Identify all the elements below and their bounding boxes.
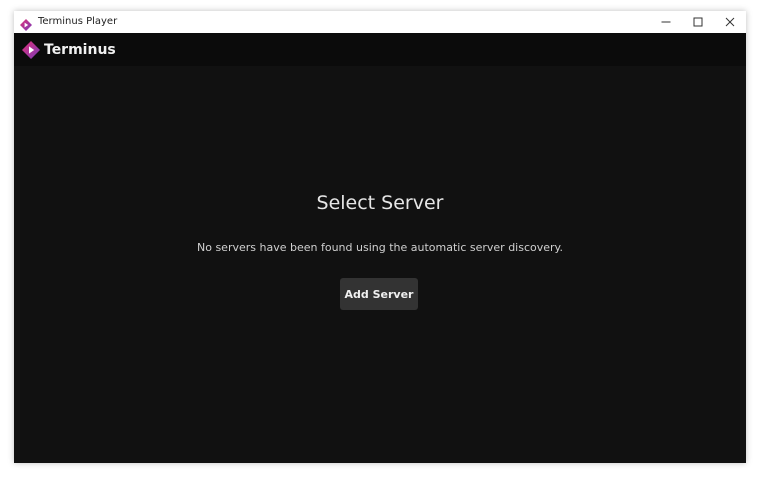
maximize-icon <box>693 17 703 27</box>
no-servers-message: No servers have been found using the aut… <box>197 241 563 254</box>
close-button[interactable] <box>714 11 746 33</box>
window-titlebar[interactable]: Terminus Player <box>14 11 746 34</box>
maximize-button[interactable] <box>682 11 714 33</box>
close-icon <box>725 17 735 27</box>
main-content: Select Server No servers have been found… <box>14 66 746 463</box>
minimize-icon <box>661 21 671 23</box>
add-server-button[interactable]: Add Server <box>340 278 418 310</box>
page-title: Select Server <box>316 192 444 214</box>
app-window: Terminus Player Terminus Select Server N… <box>14 11 746 463</box>
terminus-logo-icon[interactable] <box>22 40 40 59</box>
window-controls <box>650 11 746 33</box>
window-title: Terminus Player <box>38 16 118 27</box>
brand-name[interactable]: Terminus <box>44 42 116 58</box>
minimize-button[interactable] <box>650 11 682 33</box>
terminus-logo-icon <box>20 16 32 31</box>
app-header: Terminus <box>14 33 746 66</box>
